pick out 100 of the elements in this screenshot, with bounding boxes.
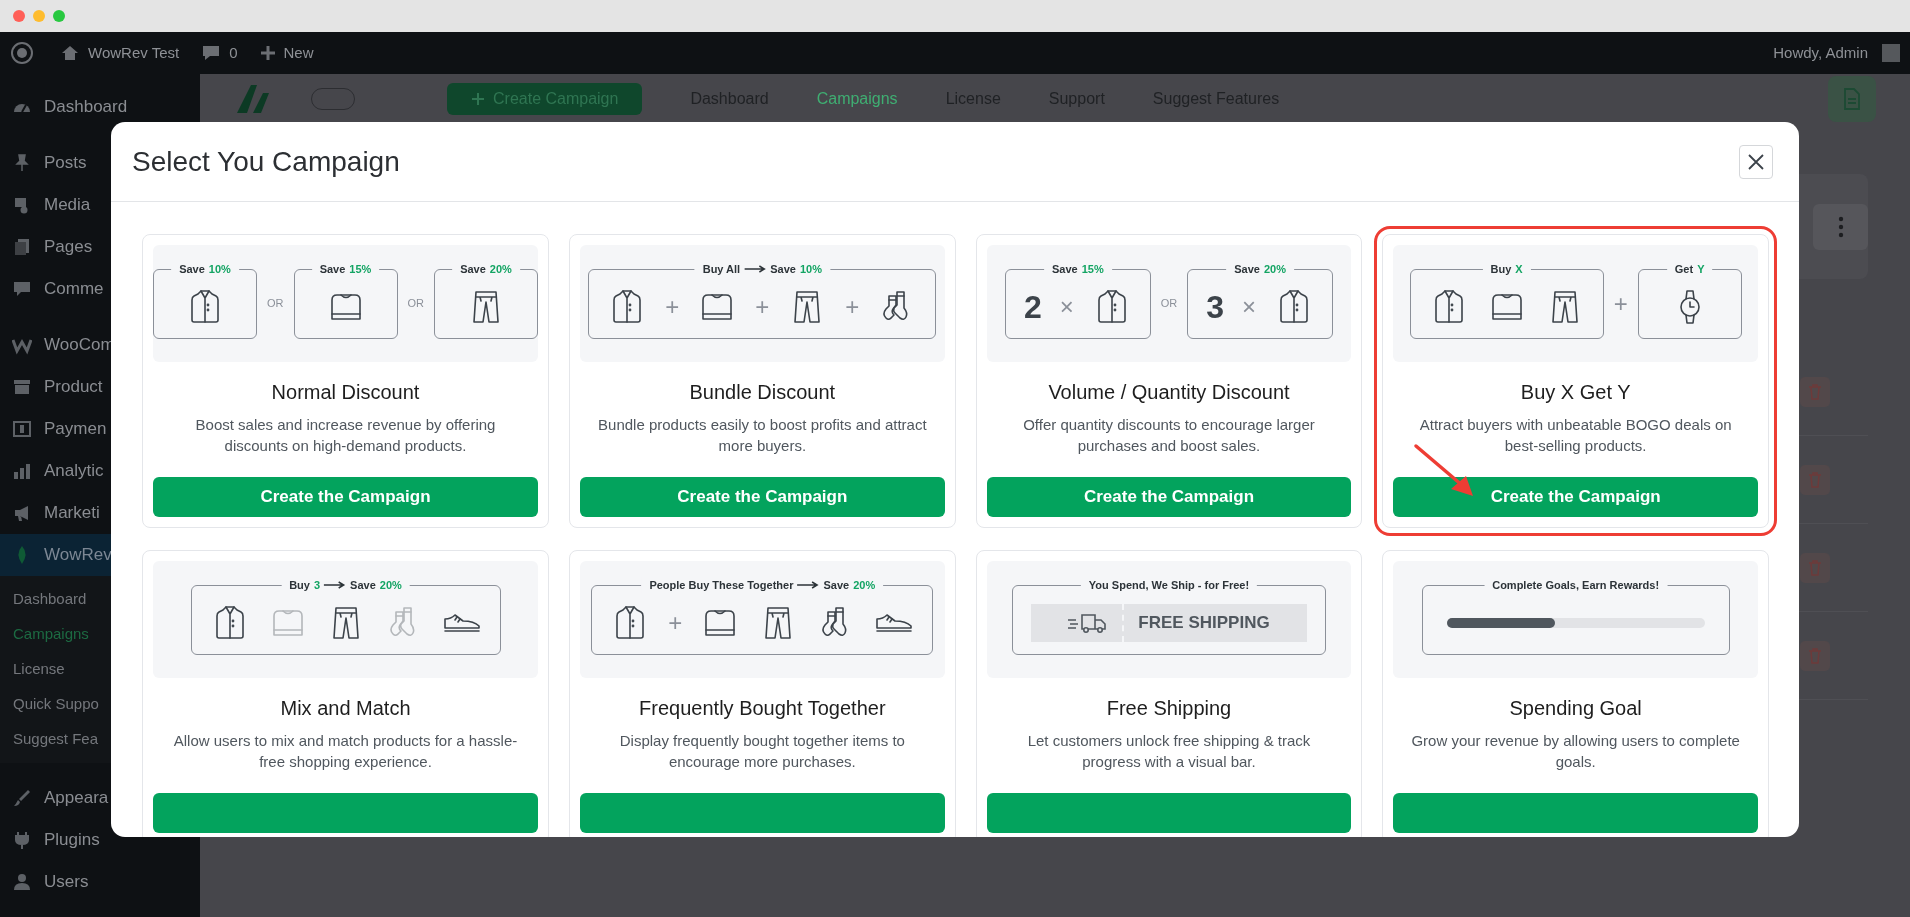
- more-options-button[interactable]: [1813, 203, 1868, 250]
- create-campaign-button[interactable]: [580, 793, 945, 833]
- arrow-icon: [797, 580, 820, 589]
- window-control-dot[interactable]: [13, 10, 25, 22]
- document-icon: [1843, 88, 1861, 110]
- sidebar-item[interactable]: WowRev: [0, 534, 112, 576]
- legend-value: 10%: [208, 261, 231, 277]
- card-description: Let customers unlock free shipping & track progress with a visual bar.: [1026, 731, 1312, 773]
- brush-icon: [12, 788, 32, 808]
- sidebar-item[interactable]: Plugins: [0, 819, 111, 861]
- card-description: Grow your revenue by allowing users to complete goals.: [1410, 731, 1741, 773]
- joiner-text: OR: [407, 296, 424, 312]
- card-description: Bundle products easily to boost profits and attract more buyers.: [597, 415, 928, 457]
- legend-text: Complete Goals, Earn Rewards!: [1492, 577, 1660, 593]
- legend-text: Buy: [1490, 261, 1512, 277]
- delete-button[interactable]: [1800, 464, 1830, 495]
- legend-text: People Buy These Together: [649, 577, 794, 593]
- delete-button[interactable]: [1800, 552, 1830, 583]
- circle-logo-icon: [10, 41, 34, 65]
- comments-count[interactable]: 0: [229, 41, 238, 65]
- legend-text: Buy: [289, 577, 310, 593]
- pin-icon: [12, 153, 32, 173]
- delete-button[interactable]: [1800, 376, 1830, 407]
- create-campaign-button[interactable]: Create the Campaign: [580, 477, 945, 517]
- sidebar-item[interactable]: Paymen: [0, 408, 111, 450]
- create-campaign-button[interactable]: [1393, 793, 1758, 833]
- card-description: Attract buyers with unbeatable BOGO deals on best-selling products.: [1418, 415, 1733, 457]
- create-campaign-button[interactable]: [986, 793, 1352, 833]
- banner-text: FREE SHIPPING: [1138, 611, 1270, 634]
- legend-text: Save: [179, 261, 205, 277]
- fast-truck-icon: [1068, 611, 1109, 634]
- legend-text: Get: [1674, 261, 1694, 277]
- create-campaign-button[interactable]: Create the Campaign: [153, 477, 538, 517]
- plus-icon: [259, 45, 276, 61]
- create-campaign-button[interactable]: Create the Campaign: [986, 477, 1352, 517]
- operator-sign: +: [665, 294, 680, 319]
- legend-value: 20%: [853, 577, 876, 593]
- avatar-placeholder[interactable]: [1882, 44, 1900, 62]
- nav-tab[interactable]: Campaigns: [816, 87, 898, 111]
- plus-icon: [471, 92, 485, 106]
- sidebar-item[interactable]: Media: [0, 184, 111, 226]
- trash-icon: [1808, 559, 1822, 576]
- joiner-text: +: [1613, 288, 1628, 319]
- trash-icon: [1808, 383, 1822, 400]
- user-icon: [12, 872, 32, 892]
- create-campaign-button[interactable]: [153, 793, 538, 833]
- submenu-item[interactable]: Quick Suppo: [0, 687, 111, 722]
- arrow-icon: [744, 264, 767, 273]
- document-button[interactable]: [1828, 76, 1876, 122]
- home-icon: [60, 43, 80, 63]
- operator-sign: ×: [1242, 294, 1257, 319]
- speech-bubble-icon: [12, 279, 32, 299]
- card-title: Normal Discount: [270, 380, 421, 404]
- sidebar-item[interactable]: Marketi: [0, 492, 111, 534]
- sidebar-item[interactable]: Pages: [0, 226, 111, 268]
- close-button[interactable]: [1739, 144, 1773, 179]
- operator-sign: +: [755, 294, 770, 319]
- submenu-item[interactable]: Suggest Fea: [0, 722, 111, 757]
- sidebar-item[interactable]: Posts: [0, 142, 111, 184]
- create-campaign-button[interactable]: Create the Campaign: [1393, 477, 1758, 517]
- close-icon: [1747, 152, 1765, 171]
- legend-text: Save: [460, 261, 486, 277]
- sidebar-item[interactable]: Comme: [0, 268, 111, 310]
- card-title: Free Shipping: [1105, 696, 1233, 720]
- submenu-item[interactable]: Dashboard: [0, 582, 111, 617]
- legend-value: 20%: [1264, 261, 1286, 277]
- legend-value: 20%: [379, 577, 402, 593]
- sidebar-item[interactable]: Dashboard: [0, 86, 128, 128]
- delete-button[interactable]: [1800, 640, 1830, 671]
- sidebar-item[interactable]: Appeara: [0, 777, 111, 819]
- legend-text: Save: [770, 261, 796, 277]
- site-name-link[interactable]: WowRev Test: [88, 41, 180, 65]
- window-control-dot[interactable]: [53, 10, 65, 22]
- legend-value: Y: [1697, 261, 1705, 277]
- sidebar-item[interactable]: Users: [0, 861, 111, 903]
- speech-bubble-icon: [201, 43, 222, 63]
- operator-sign: +: [845, 294, 860, 319]
- quantity-number: 2: [1023, 290, 1042, 323]
- sidebar-item[interactable]: Product: [0, 366, 111, 408]
- legend-text: Save: [823, 577, 850, 593]
- window-control-dot[interactable]: [33, 10, 45, 22]
- submenu-item[interactable]: License: [0, 652, 111, 687]
- card-title: Volume / Quantity Discount: [1047, 380, 1291, 404]
- legend-value: 15%: [1081, 261, 1104, 277]
- greeting-link[interactable]: Howdy, Admin: [1773, 41, 1868, 65]
- trash-icon: [1808, 647, 1822, 664]
- bar-chart-icon: [12, 461, 32, 481]
- card-title: Frequently Bought Together: [638, 696, 887, 720]
- new-link[interactable]: New: [283, 41, 314, 65]
- dialog-title: Select You Campaign: [132, 144, 400, 179]
- legend-value: 3: [313, 577, 321, 593]
- legend-value: 20%: [489, 261, 512, 277]
- sidebar-item[interactable]: Analytic: [0, 450, 111, 492]
- pages-icon: [12, 237, 32, 257]
- box-icon: [12, 377, 32, 397]
- joiner-text: OR: [267, 296, 284, 312]
- card-description: Display frequently bought together items to encourage more purchases.: [618, 731, 906, 773]
- legend-value: X: [1515, 261, 1523, 277]
- card-title: Bundle Discount: [688, 380, 837, 404]
- card-title: Mix and Match: [279, 696, 412, 720]
